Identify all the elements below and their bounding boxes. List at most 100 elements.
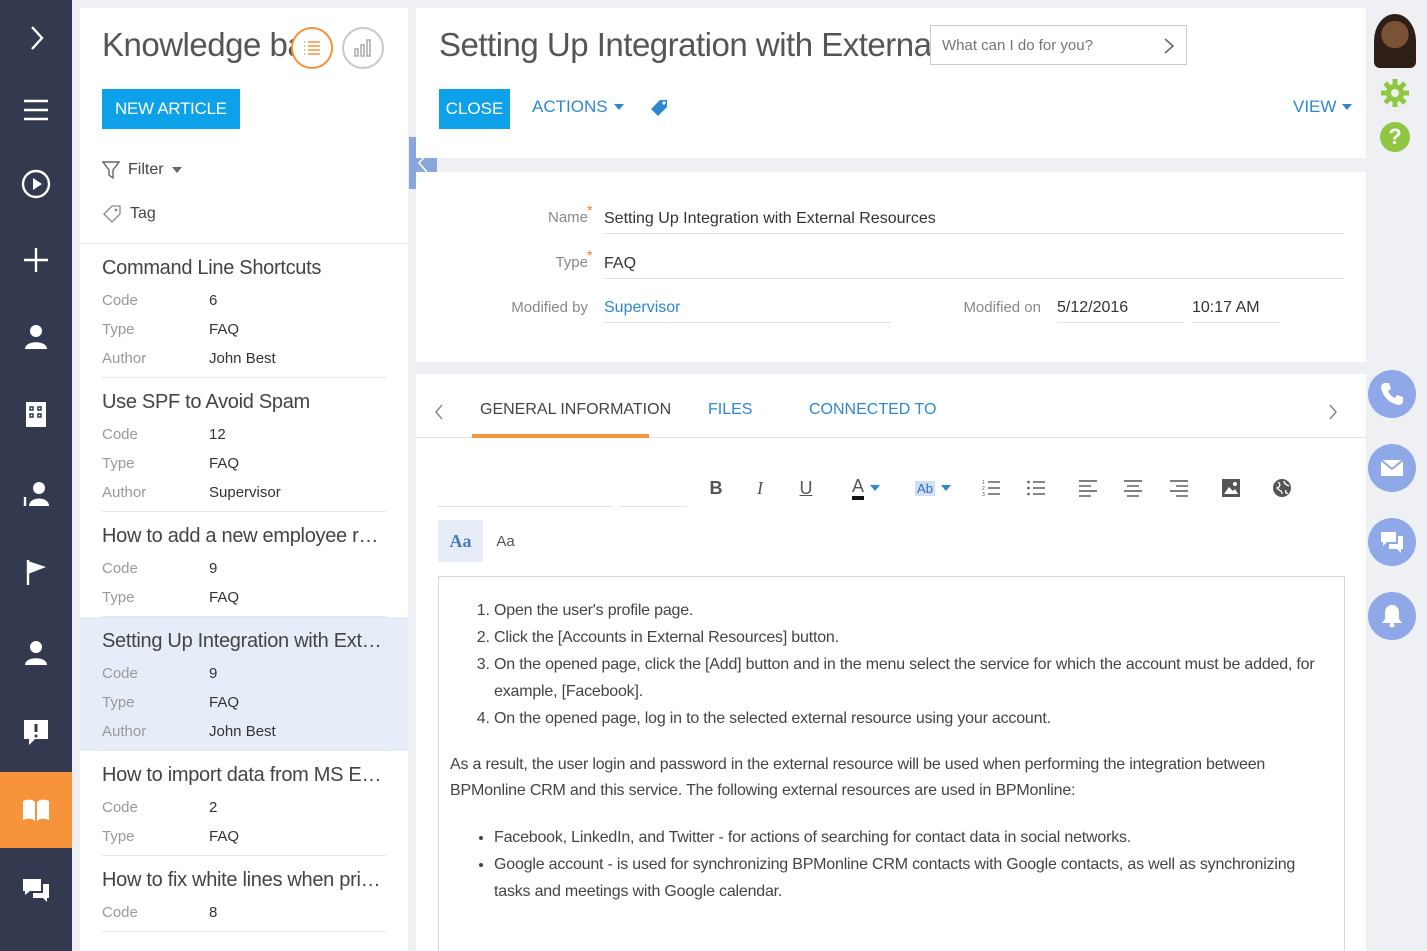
divider: [102, 931, 386, 932]
nav-accounts[interactable]: [0, 376, 72, 452]
modified-on-label: Modified on: [963, 299, 1041, 316]
font-size-select[interactable]: [620, 467, 687, 507]
tab-general-information[interactable]: GENERAL INFORMATION: [480, 401, 671, 419]
article-field-value: 2: [209, 799, 218, 816]
align-right-button[interactable]: [1168, 475, 1190, 501]
align-left-icon: [1079, 480, 1097, 497]
insert-image-button[interactable]: [1220, 475, 1242, 501]
view-label: VIEW: [1293, 97, 1337, 116]
article-field-value: 6: [209, 292, 218, 309]
insert-link-button[interactable]: [1271, 475, 1293, 501]
filter-dropdown[interactable]: Filter: [102, 160, 182, 180]
nav-menu[interactable]: [0, 72, 72, 148]
modified-on-time-field[interactable]: 10:17 AM: [1192, 293, 1280, 323]
list-item[interactable]: How to fix white lines when printing Code…: [80, 856, 408, 932]
avatar[interactable]: [1374, 14, 1416, 68]
chevron-left-icon[interactable]: [432, 402, 446, 422]
list-item[interactable]: Use SPF to Avoid Spam Code 12 Type FAQ Author…: [80, 378, 408, 512]
article-field-label: Type: [102, 589, 135, 606]
close-button[interactable]: CLOSE: [439, 89, 510, 129]
nav-users[interactable]: [0, 614, 72, 690]
bold-button[interactable]: B: [706, 475, 726, 501]
nav-add[interactable]: [0, 222, 72, 298]
tab-files[interactable]: FILES: [708, 401, 752, 419]
article-field-row: Type FAQ: [102, 315, 386, 344]
view-dropdown[interactable]: VIEW: [1293, 97, 1353, 117]
left-navigation: [0, 0, 72, 951]
font-color-button[interactable]: A: [846, 475, 886, 501]
list-item[interactable]: How to add a new employee record Code 9 Typ…: [80, 512, 408, 617]
nav-contacts[interactable]: [0, 298, 72, 374]
article-title[interactable]: Setting Up Integration with External...: [102, 627, 386, 655]
article-title[interactable]: How to import data from MS Excel: [102, 761, 386, 789]
article-field-value: FAQ: [209, 828, 240, 845]
chat-button[interactable]: [1368, 518, 1416, 566]
name-field[interactable]: Setting Up Integration with External Res…: [604, 204, 1344, 234]
article-title[interactable]: How to fix white lines when printing: [102, 866, 386, 894]
article-field-row: Author Supervisor: [102, 478, 386, 507]
phone-icon: [1381, 383, 1403, 405]
step-item: On the opened page, click the [Add] butt…: [494, 651, 1333, 705]
list-icon: [304, 41, 320, 55]
modified-by-field[interactable]: Supervisor: [604, 293, 891, 323]
article-field-value: 12: [209, 426, 226, 443]
actions-label: ACTIONS: [532, 97, 608, 116]
italic-button[interactable]: I: [752, 475, 768, 501]
chevron-right-icon[interactable]: [1326, 402, 1340, 422]
nav-expand[interactable]: [0, 0, 72, 76]
actions-dropdown[interactable]: ACTIONS: [532, 97, 624, 117]
chevron-right-icon[interactable]: [1161, 36, 1177, 56]
nav-process[interactable]: [0, 146, 72, 222]
underline-button[interactable]: U: [797, 475, 815, 501]
phone-button[interactable]: [1368, 370, 1416, 418]
nav-feed[interactable]: [0, 852, 72, 928]
chat-icon: [1381, 532, 1403, 553]
article-title[interactable]: Command Line Shortcuts: [102, 254, 386, 282]
article-body-editor[interactable]: Open the user's profile page.Click the […: [438, 576, 1345, 951]
numbered-list-button[interactable]: 123: [980, 475, 1002, 501]
tag-icon[interactable]: [648, 97, 670, 121]
modified-on-date-field[interactable]: 5/12/2016: [1057, 293, 1184, 323]
article-title[interactable]: How to add a new employee record: [102, 522, 386, 550]
type-field[interactable]: FAQ: [604, 249, 1344, 279]
modified-by-label: Modified by: [511, 299, 588, 316]
highlight-color-button[interactable]: Ab: [913, 475, 953, 501]
command-search-input[interactable]: [930, 25, 1187, 65]
help-icon[interactable]: ?: [1380, 122, 1410, 152]
nav-employees[interactable]: [0, 456, 72, 532]
align-left-button[interactable]: [1077, 475, 1099, 501]
tab-connected-to[interactable]: CONNECTED TO: [809, 401, 936, 419]
gear-icon[interactable]: [1380, 78, 1410, 108]
font-family-select[interactable]: [438, 467, 612, 507]
nav-knowledge-base[interactable]: [0, 772, 72, 848]
article-field-row: Type FAQ: [102, 822, 386, 851]
list-item[interactable]: Command Line Shortcuts Code 6 Type FAQ Author…: [80, 244, 408, 378]
nav-cases[interactable]: [0, 694, 72, 770]
new-article-button[interactable]: NEW ARTICLE: [102, 89, 240, 129]
notifications-button[interactable]: [1368, 592, 1416, 640]
page-title: Setting Up Integration with External R..…: [439, 26, 997, 63]
analytics-view-button[interactable]: [342, 27, 384, 69]
modified-by-link[interactable]: Supervisor: [604, 299, 680, 316]
article-title[interactable]: Use SPF to Avoid Spam: [102, 388, 386, 416]
bullets-list: Facebook, LinkedIn, and Twitter - for ac…: [450, 824, 1333, 905]
article-list: Command Line Shortcuts Code 6 Type FAQ Author…: [80, 244, 408, 932]
filter-label: Filter: [128, 161, 164, 178]
employee-icon: [23, 482, 49, 506]
article-field-row: Code 12: [102, 420, 386, 449]
hamburger-icon: [24, 99, 48, 121]
list-item[interactable]: How to import data from MS Excel Code 2 Typ…: [80, 751, 408, 856]
rich-text-format-button[interactable]: Aa: [438, 520, 483, 562]
plus-icon: [24, 248, 48, 272]
list-view-button[interactable]: [291, 27, 333, 69]
nav-activities[interactable]: [0, 534, 72, 610]
email-button[interactable]: [1368, 444, 1416, 492]
article-field-value: 8: [209, 904, 218, 921]
tag-filter[interactable]: Tag: [102, 204, 156, 224]
plain-text-format-button[interactable]: Aa: [483, 520, 528, 562]
align-center-button[interactable]: [1122, 475, 1144, 501]
body-paragraph: As a result, the user login and password…: [450, 756, 1266, 799]
list-item[interactable]: Setting Up Integration with External... C…: [80, 617, 408, 751]
step-item: On the opened page, log in to the select…: [494, 705, 1333, 732]
bullet-list-button[interactable]: [1025, 475, 1047, 501]
